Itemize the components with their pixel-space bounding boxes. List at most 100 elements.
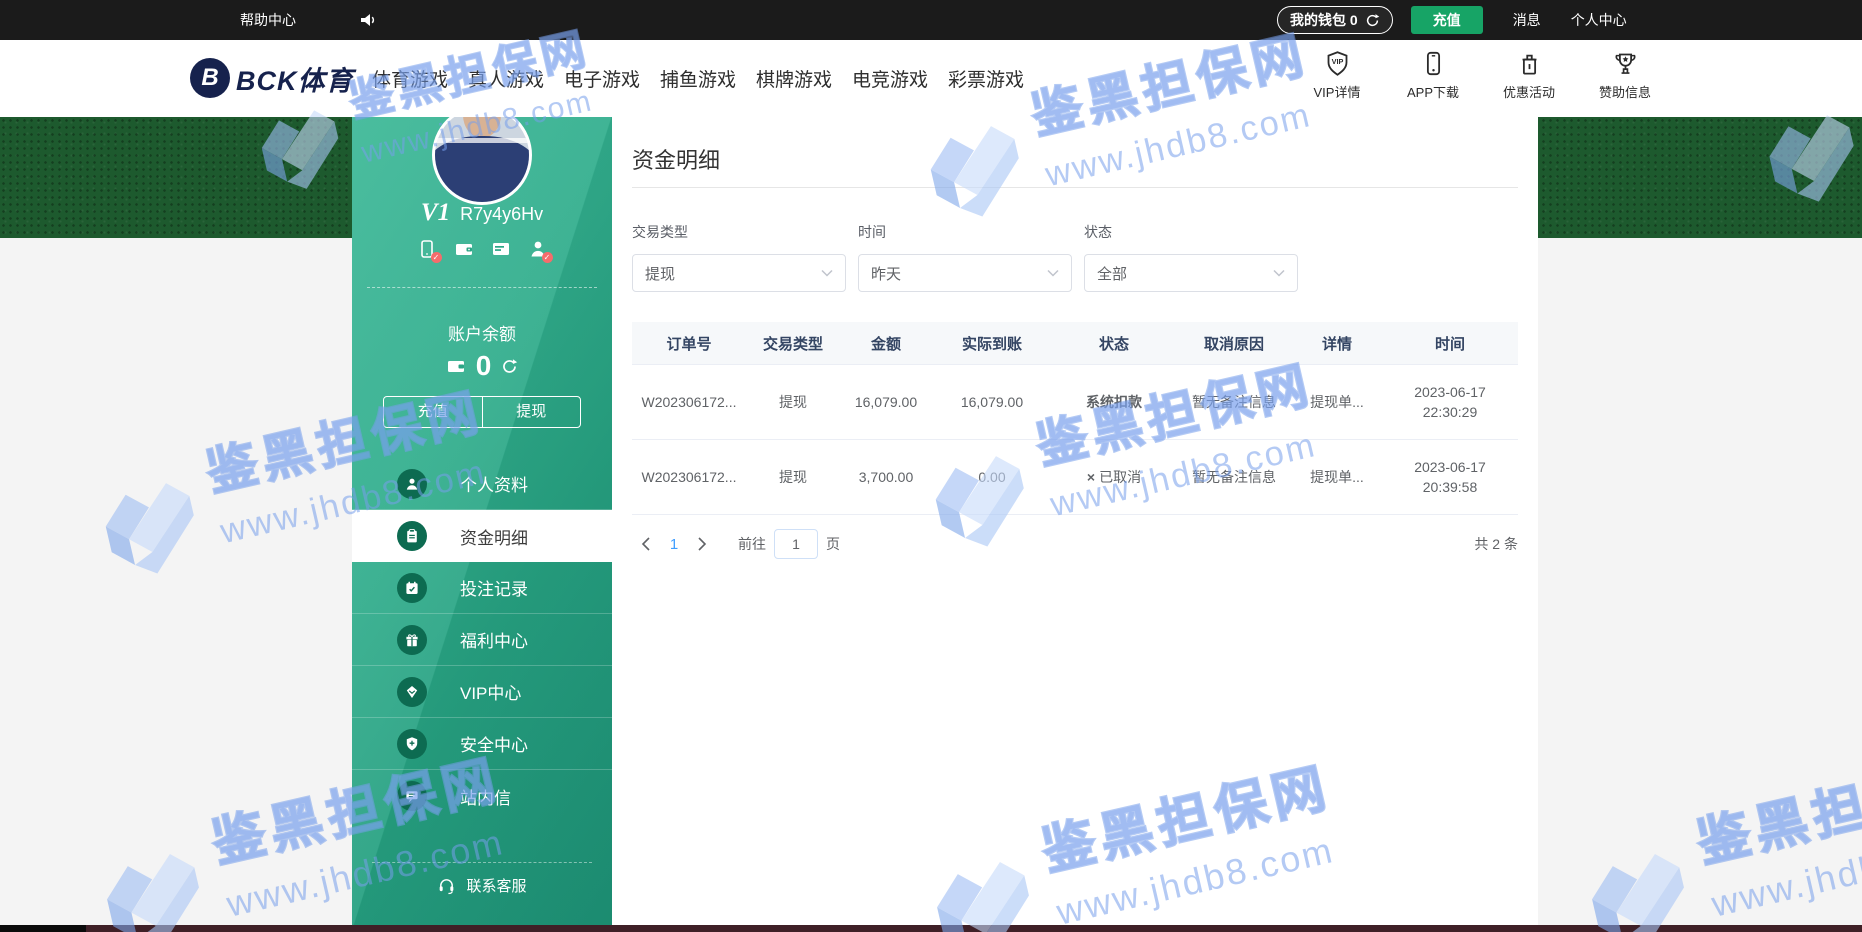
filters: 交易类型 提现 时间 昨天 状态 全部 xyxy=(632,222,1518,292)
trophy-icon xyxy=(1612,50,1639,77)
bank-card-icon[interactable] xyxy=(491,239,511,259)
time-text: 22:30:29 xyxy=(1383,402,1517,422)
time-select[interactable]: 昨天 xyxy=(858,254,1072,292)
filter-transaction-type: 交易类型 提现 xyxy=(632,222,846,292)
sidebar-item-label: 福利中心 xyxy=(460,627,528,652)
verification-icons-row: ✓ ✓ xyxy=(352,239,612,259)
nav-item-slots[interactable]: 电子游戏 xyxy=(564,65,640,92)
sidebar-recharge-button[interactable]: 充值 xyxy=(384,397,483,427)
cell-detail[interactable]: 提现单... xyxy=(1292,440,1382,515)
table-row: W202306172... 提现 16,079.00 16,079.00 系统扣… xyxy=(632,365,1518,440)
logo-text: BCK体育 xyxy=(236,59,354,98)
sidebar-withdraw-button[interactable]: 提现 xyxy=(483,397,581,427)
sidebar-item-funds[interactable]: 资金明细 xyxy=(352,510,612,562)
topbar-right: 我的钱包 0 充值 消息 个人中心 xyxy=(1277,0,1627,40)
refresh-icon[interactable] xyxy=(1365,13,1380,28)
cell-order-id[interactable]: W202306172... xyxy=(632,440,746,515)
screen: 帮助中心 我的钱包 0 充值 消息 个人中心 B BCK体育 体育游戏 真 xyxy=(0,0,1862,932)
nav-item-esports[interactable]: 电竞游戏 xyxy=(852,65,928,92)
wallet-icon[interactable] xyxy=(454,239,474,259)
sidebar-item-bets[interactable]: 投注记录 xyxy=(352,562,612,614)
vip-details-button[interactable]: VIP VIP详情 xyxy=(1308,50,1366,101)
profile-center-link[interactable]: 个人中心 xyxy=(1571,10,1627,30)
main-content: 资金明细 交易类型 提现 时间 昨天 状态 全部 xyxy=(612,117,1538,932)
shield-plus-icon xyxy=(397,729,427,759)
col-status: 状态 xyxy=(1052,322,1176,365)
navbar: B BCK体育 体育游戏 真人游戏 电子游戏 捕鱼游戏 棋牌游戏 电竞游戏 彩票… xyxy=(0,40,1862,117)
contact-support-label: 联系客服 xyxy=(466,875,526,896)
site-logo[interactable]: B BCK体育 xyxy=(190,58,354,98)
balance-amount: 0 xyxy=(476,350,492,382)
phone-icon xyxy=(1420,50,1447,77)
nav-util-label: 优惠活动 xyxy=(1503,82,1555,101)
page-title: 资金明细 xyxy=(632,117,1518,175)
watermark-url: www.jhdb8.com xyxy=(1708,820,1862,926)
cell-status: 系统扣款 xyxy=(1052,365,1176,440)
sidebar-menu: 个人资料 资金明细 投注记录 福利中心 xyxy=(352,458,612,822)
help-center-link[interactable]: 帮助中心 xyxy=(240,0,296,40)
sidebar-item-welfare[interactable]: 福利中心 xyxy=(352,614,612,666)
footer-strip-black xyxy=(0,925,86,932)
dashed-divider xyxy=(372,862,592,863)
cell-type: 提现 xyxy=(746,365,840,440)
transaction-type-select[interactable]: 提现 xyxy=(632,254,846,292)
sidebar-item-label: 个人资料 xyxy=(460,471,528,496)
sponsor-info-button[interactable]: 赞助信息 xyxy=(1596,50,1654,101)
nav-item-lottery[interactable]: 彩票游戏 xyxy=(948,65,1024,92)
vip-level-badge: V1 xyxy=(421,199,450,226)
page-number-1[interactable]: 1 xyxy=(660,536,688,553)
next-page-button[interactable] xyxy=(688,530,716,558)
contact-support-button[interactable]: 联系客服 xyxy=(352,875,612,896)
my-wallet-pill[interactable]: 我的钱包 0 xyxy=(1277,6,1393,34)
calendar-check-icon xyxy=(397,573,427,603)
messages-link[interactable]: 消息 xyxy=(1513,10,1541,30)
watermark-title: 鉴黑担保网 xyxy=(1689,736,1862,877)
goto-label: 前往 xyxy=(738,534,766,554)
filter-label: 状态 xyxy=(1084,222,1298,242)
sidebar-item-messages[interactable]: 站内信 xyxy=(352,770,612,822)
check-badge: ✓ xyxy=(431,252,442,263)
balance-label: 账户余额 xyxy=(352,320,612,345)
cell-amount: 3,700.00 xyxy=(840,440,932,515)
recharge-button[interactable]: 充值 xyxy=(1411,6,1483,34)
date-text: 2023-06-17 xyxy=(1383,382,1517,402)
table-row: W202306172... 提现 3,700.00 0.00 ×已取消 暂无备注… xyxy=(632,440,1518,515)
nav-item-fishing[interactable]: 捕鱼游戏 xyxy=(660,65,736,92)
cell-type: 提现 xyxy=(746,440,840,515)
nav-util-label: APP下载 xyxy=(1407,82,1459,101)
title-divider xyxy=(632,187,1518,188)
cell-detail[interactable]: 提现单... xyxy=(1292,365,1382,440)
app-download-button[interactable]: APP下载 xyxy=(1404,50,1462,101)
status-select[interactable]: 全部 xyxy=(1084,254,1298,292)
vip-diamond-icon xyxy=(397,677,427,707)
cell-order-id[interactable]: W202306172... xyxy=(632,365,746,440)
watermark-logo xyxy=(83,839,221,932)
sidebar-item-security[interactable]: 安全中心 xyxy=(352,718,612,770)
refresh-balance-icon[interactable] xyxy=(501,358,518,375)
speaker-icon[interactable] xyxy=(358,10,378,30)
page-input[interactable] xyxy=(774,529,818,559)
gift-icon xyxy=(397,625,427,655)
nav-item-cards[interactable]: 棋牌游戏 xyxy=(756,65,832,92)
dashed-divider xyxy=(367,287,597,288)
select-value: 昨天 xyxy=(871,263,901,284)
phone-verified-icon[interactable]: ✓ xyxy=(417,239,437,259)
promotions-button[interactable]: 优惠活动 xyxy=(1500,50,1558,101)
avatar-jersey-stripe xyxy=(435,138,529,143)
filter-label: 时间 xyxy=(858,222,1072,242)
cancel-x-icon: × xyxy=(1087,469,1095,485)
check-badge: ✓ xyxy=(542,252,553,263)
sidebar-item-vip[interactable]: VIP中心 xyxy=(352,666,612,718)
nav-item-live[interactable]: 真人游戏 xyxy=(468,65,544,92)
username: R7y4y6Hv xyxy=(460,204,543,224)
nav-item-sports[interactable]: 体育游戏 xyxy=(372,65,448,92)
identity-verified-icon[interactable]: ✓ xyxy=(528,239,548,259)
avatar[interactable] xyxy=(432,105,532,205)
watermark: 鉴黑担保网 www.jhdb8.com xyxy=(1560,736,1862,932)
nav-util-label: 赞助信息 xyxy=(1599,82,1651,101)
sidebar-item-profile[interactable]: 个人资料 xyxy=(352,458,612,510)
prev-page-button[interactable] xyxy=(632,530,660,558)
sidebar-item-label: 资金明细 xyxy=(460,524,528,549)
col-cancel-reason: 取消原因 xyxy=(1176,322,1292,365)
clipboard-icon xyxy=(397,521,427,551)
